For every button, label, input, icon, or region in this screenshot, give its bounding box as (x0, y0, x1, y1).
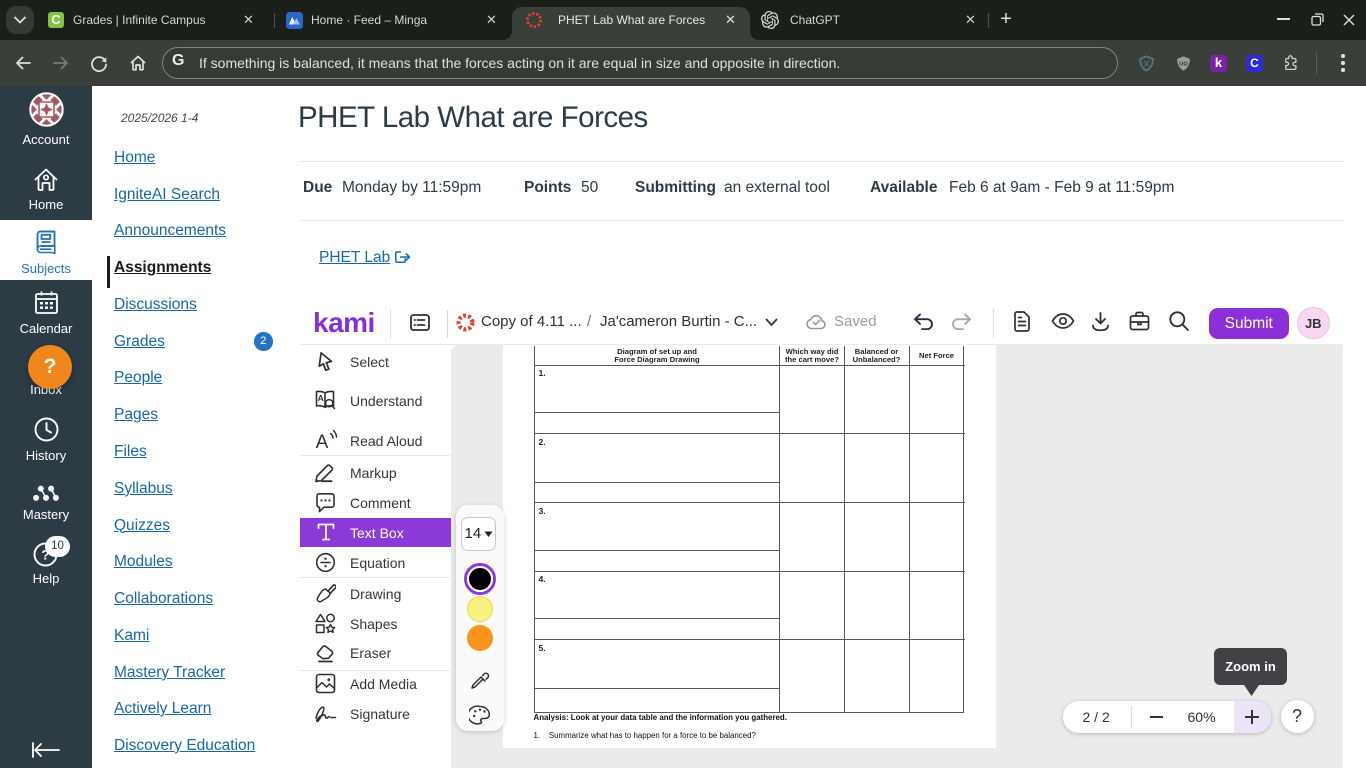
svg-text:UO: UO (1179, 61, 1188, 67)
svg-text:A: A (318, 393, 324, 403)
svg-text:A: A (316, 432, 329, 451)
